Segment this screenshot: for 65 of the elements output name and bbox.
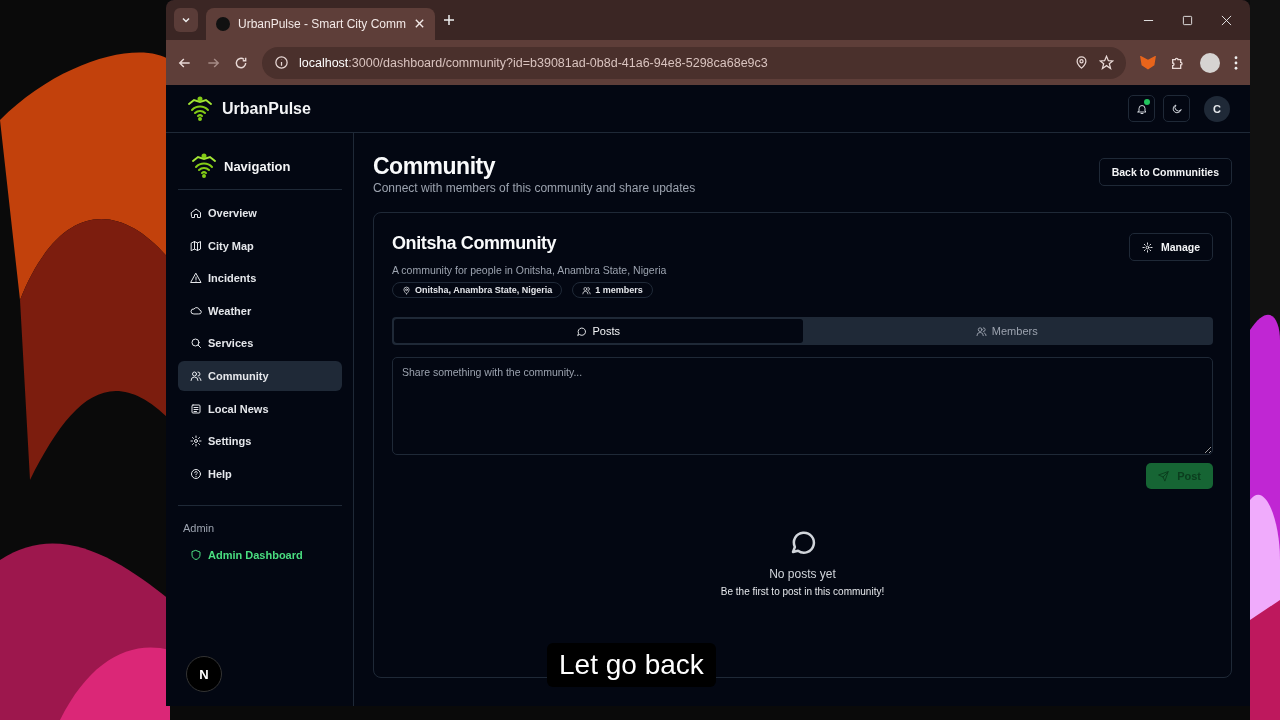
nav-item[interactable]: City Map (178, 230, 342, 261)
nav-item[interactable]: Community (178, 360, 342, 391)
empty-state-title: No posts yet (769, 567, 836, 581)
sidebar-title: Navigation (224, 158, 291, 174)
nav-item[interactable]: Admin Dashboard (178, 540, 342, 571)
logo-icon (190, 153, 218, 179)
nav-item[interactable]: Help (178, 458, 342, 489)
people-icon (582, 285, 592, 295)
fox-extension-icon[interactable] (1140, 55, 1156, 70)
nav-item[interactable]: Local News (178, 393, 342, 424)
nav-item[interactable]: Settings (178, 426, 342, 457)
browser-tab[interactable]: UrbanPulse - Smart City Comm (206, 8, 436, 40)
settings-icon (190, 435, 202, 448)
nav-item[interactable]: Weather (178, 295, 342, 326)
site-favicon-icon (216, 17, 230, 31)
tab-list-button[interactable] (174, 8, 198, 32)
section-heading: Admin (178, 505, 342, 541)
star-icon[interactable] (1099, 55, 1114, 70)
new-tab-icon[interactable] (443, 14, 456, 26)
cloud-icon (190, 304, 202, 317)
page-subtitle: Connect with members of this community and share updates (373, 181, 697, 195)
search-icon (190, 337, 202, 350)
map-icon (190, 239, 202, 252)
help-icon (190, 467, 202, 480)
post-input-field[interactable]: Share something with the community... (392, 357, 1213, 455)
back-button[interactable]: Back to Communities (1098, 158, 1232, 186)
notifications-button[interactable] (1128, 95, 1155, 122)
chat-bubble-icon (576, 325, 588, 337)
location-pin-icon (402, 285, 411, 295)
info-icon (274, 55, 289, 70)
newspaper-icon (190, 402, 202, 415)
nav-item[interactable]: Services (178, 328, 342, 359)
send-icon (1158, 470, 1170, 482)
url-text: localhost:3000/dashboard/community?id=b39081ad-0b8d-41a6-94e8-5298ca68e9c3 (299, 55, 769, 70)
empty-state-text: Be the first to post in this community! (720, 586, 885, 597)
logo-icon (186, 95, 214, 122)
tab[interactable]: Posts (394, 319, 803, 343)
user-avatar[interactable]: C (1204, 95, 1230, 122)
settings-icon (1141, 241, 1153, 253)
reload-icon[interactable] (234, 55, 248, 70)
close-icon[interactable] (1221, 14, 1232, 26)
people-icon (190, 369, 202, 382)
dev-tools-badge[interactable]: N (186, 656, 222, 692)
people-icon (975, 325, 987, 337)
address-bar[interactable]: localhost:3000/dashboard/community?id=b39081ad-0b8d-41a6-94e8-5298ca68e9c3 (262, 46, 1126, 79)
profile-avatar[interactable] (1200, 52, 1220, 73)
moon-icon (1170, 102, 1183, 115)
manage-button[interactable]: Manage (1128, 233, 1213, 261)
app-brand: UrbanPulse (222, 99, 311, 118)
location-pin-icon (1074, 55, 1089, 70)
bell-icon (1135, 102, 1148, 115)
page-title: Community (373, 153, 497, 180)
community-description: A community for people in Onitsha, Anambra State, Nigeria (392, 264, 668, 276)
nav-item[interactable]: Overview (178, 198, 342, 228)
warning-icon (190, 272, 202, 285)
maximize-icon[interactable] (1182, 14, 1193, 26)
shield-icon (190, 549, 202, 562)
more-menu-icon[interactable] (1234, 55, 1238, 70)
community-name: Onitsha Community (392, 233, 558, 254)
home-icon (190, 207, 202, 219)
nav-item[interactable]: Incidents (178, 263, 342, 294)
video-caption: Let go back (547, 643, 716, 687)
tab[interactable]: Members (802, 319, 1211, 343)
tab-title: UrbanPulse - Smart City Comm (238, 17, 407, 31)
theme-toggle-button[interactable] (1163, 95, 1190, 122)
